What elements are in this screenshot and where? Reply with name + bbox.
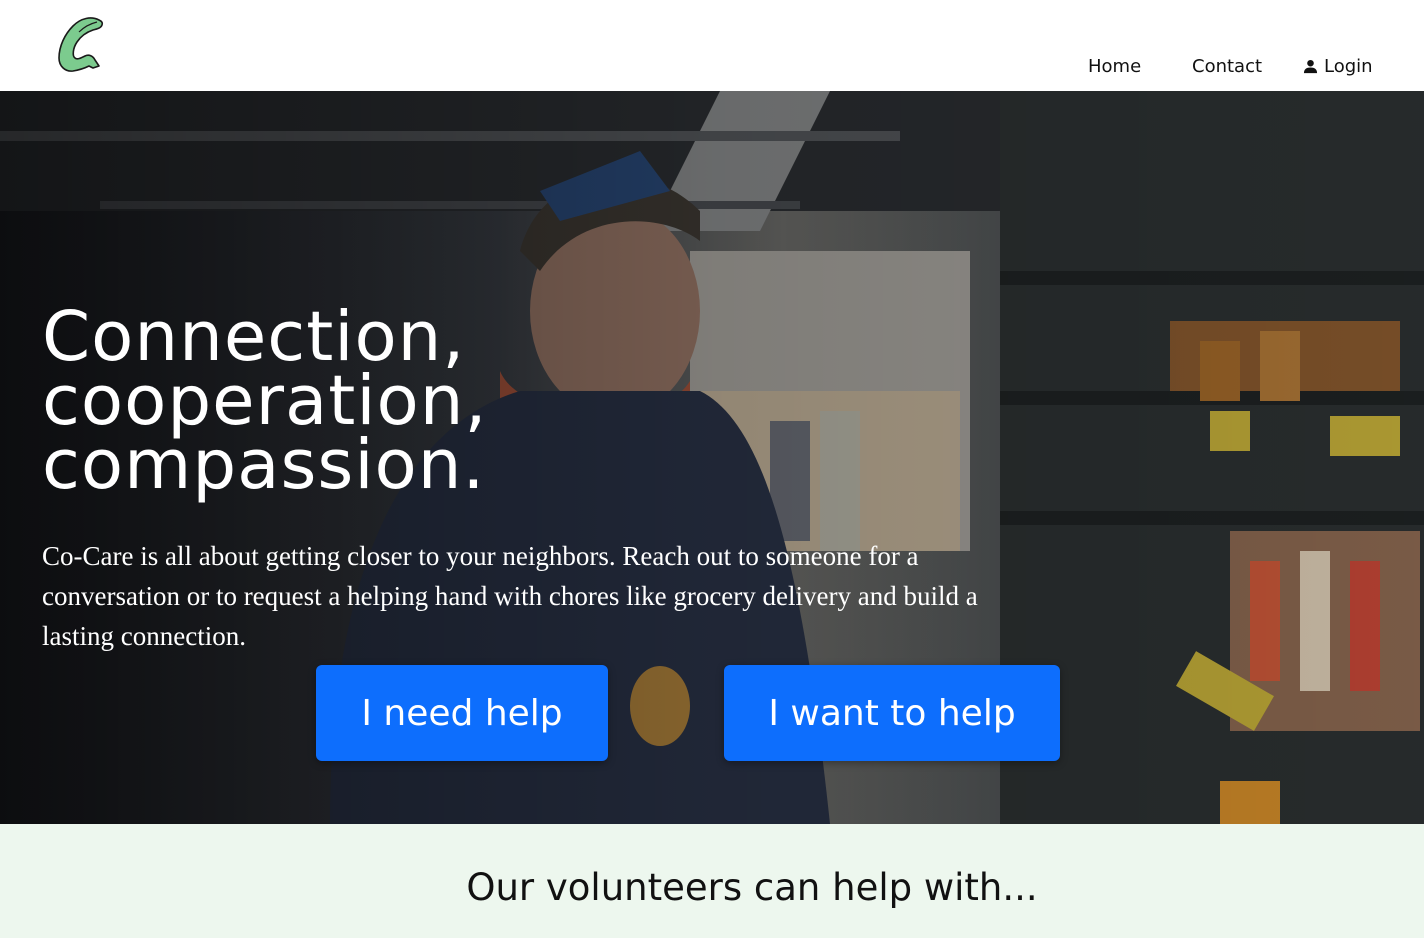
user-icon: [1303, 59, 1318, 73]
hero-section: Connection, cooperation, compassion. Co-…: [0, 91, 1424, 824]
hero-title: Connection, cooperation, compassion.: [42, 297, 488, 505]
nav-contact-label: Contact: [1192, 55, 1263, 77]
services-section: Our volunteers can help with...: [0, 824, 1424, 938]
nav-home-label: Home: [1088, 55, 1142, 77]
need-help-button[interactable]: I need help: [316, 665, 608, 761]
co-care-logo-icon[interactable]: [55, 16, 105, 74]
want-to-help-button[interactable]: I want to help: [724, 665, 1060, 761]
nav-link-home[interactable]: Home: [1088, 54, 1141, 78]
site-header: Home Contact Login: [0, 0, 1424, 91]
hero-description: Co-Care is all about getting closer to y…: [42, 541, 978, 651]
want-to-help-label: I want to help: [768, 692, 1016, 734]
services-title: Our volunteers can help with...: [466, 866, 1038, 909]
nav-login-label: Login: [1324, 55, 1373, 77]
nav-link-login[interactable]: Login: [1303, 54, 1373, 78]
hero-title-line-1: Connection,: [42, 297, 466, 377]
nav-link-contact[interactable]: Contact: [1192, 54, 1262, 78]
hero-title-line-2: cooperation,: [42, 361, 488, 441]
need-help-label: I need help: [361, 692, 563, 734]
hero-title-line-3: compassion.: [42, 425, 486, 505]
